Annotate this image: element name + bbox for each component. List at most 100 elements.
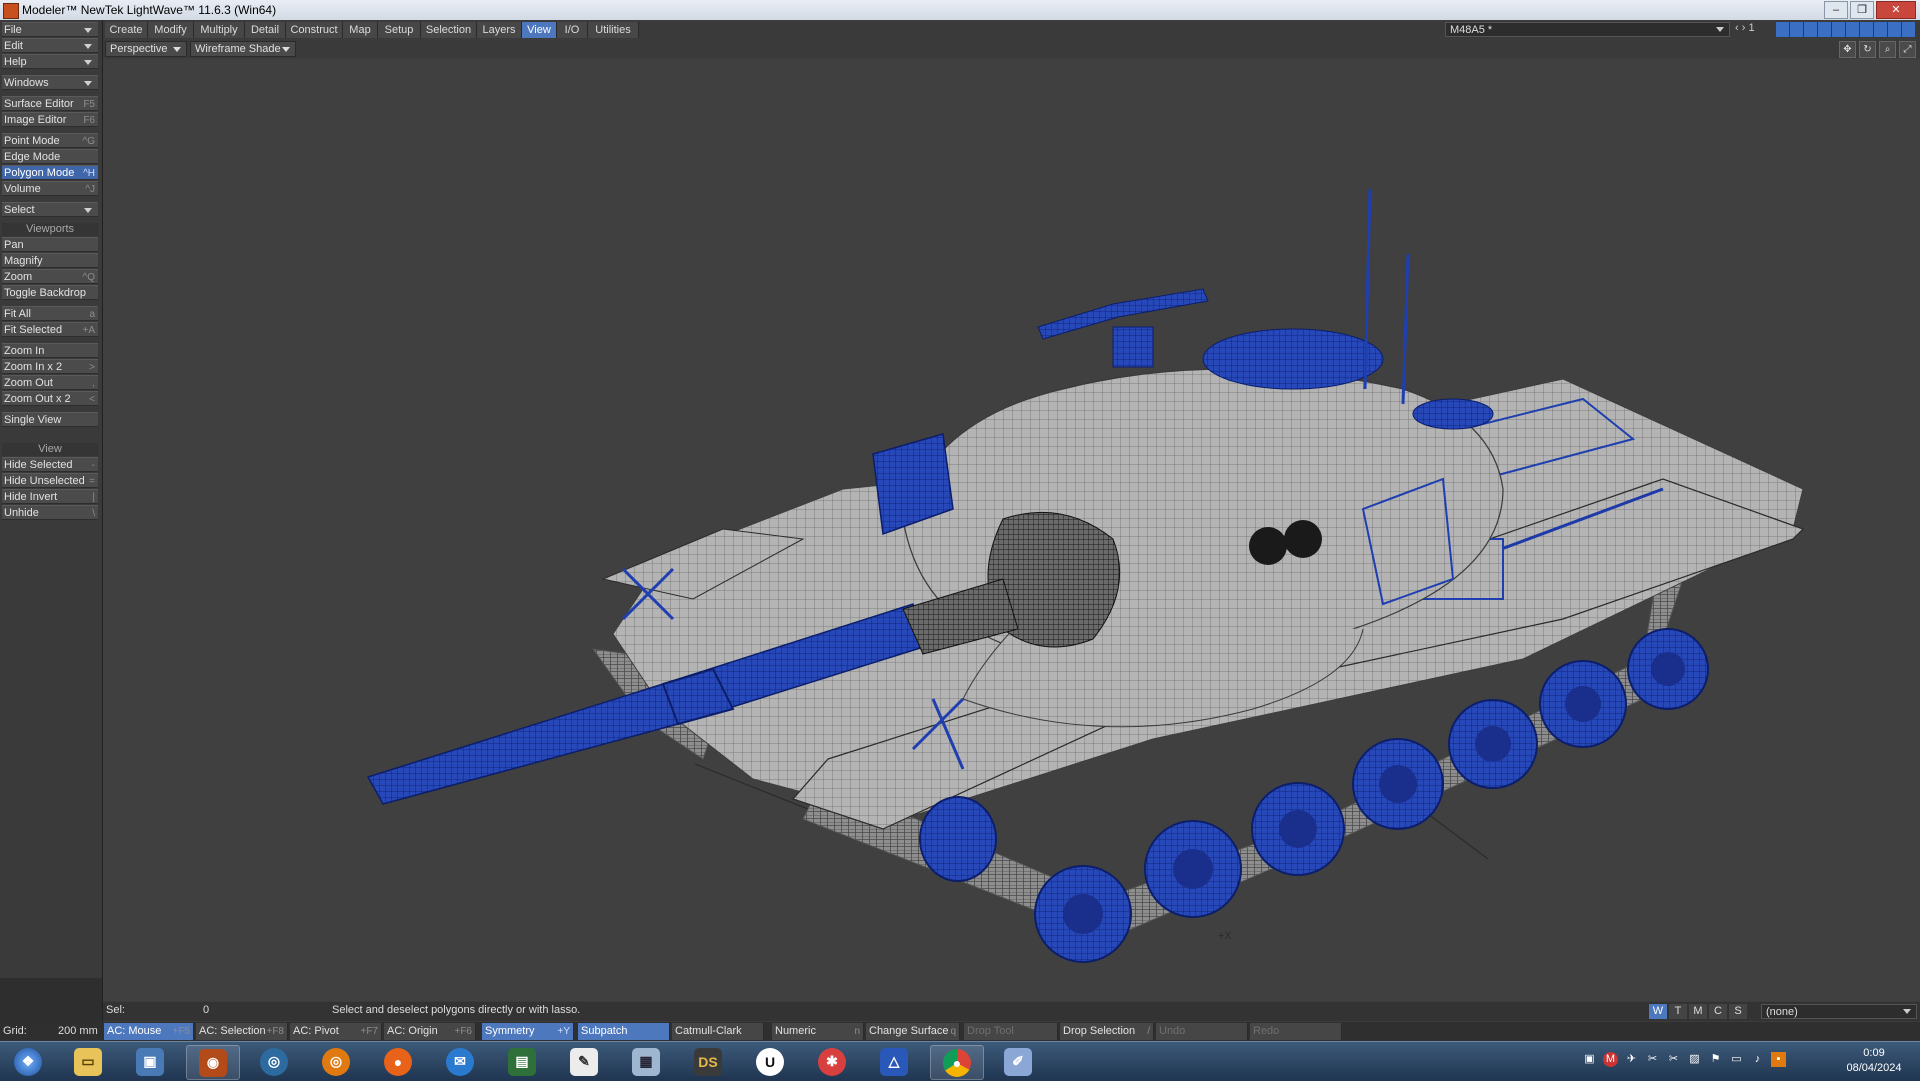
magnify-button[interactable]: Magnify [2, 253, 98, 268]
maximize-view-icon[interactable]: ⤢ [1899, 41, 1916, 58]
zoom-view-icon[interactable]: ⌕ [1879, 41, 1896, 58]
m-toggle[interactable]: M [1689, 1004, 1707, 1019]
tray-app-icon[interactable]: ✂ [1645, 1052, 1660, 1067]
zoom-in-button[interactable]: Zoom In [2, 343, 98, 358]
file-menu[interactable]: File [2, 22, 98, 37]
tab-modify[interactable]: Modify [148, 22, 194, 38]
taskbar-clock[interactable]: 0:09 08/04/2024 [1838, 1046, 1910, 1076]
tray-app-icon[interactable]: ▨ [1687, 1052, 1702, 1067]
paint-icon[interactable]: ✐ [992, 1045, 1044, 1078]
start-orb-icon[interactable]: ❖ [2, 1045, 54, 1078]
affinity-icon[interactable]: △ [868, 1045, 920, 1078]
unreal-icon[interactable]: U [744, 1045, 796, 1078]
ac-origin-button[interactable]: AC: Origin +F6 [384, 1023, 476, 1040]
tray-app-icon[interactable]: ✂ [1666, 1052, 1681, 1067]
tab-utilities[interactable]: Utilities [588, 22, 639, 38]
blender-icon[interactable]: ◎ [248, 1045, 300, 1078]
undo-button[interactable]: Undo [1156, 1023, 1248, 1040]
tab-create[interactable]: Create [105, 22, 148, 38]
ac-mouse-button[interactable]: AC: Mouse +F5 [104, 1023, 194, 1040]
antivirus-icon[interactable]: M [1603, 1052, 1618, 1067]
tab-construct[interactable]: Construct [286, 22, 343, 38]
restore-icon[interactable]: ❐ [1850, 1, 1874, 19]
tray-app-icon[interactable]: ▣ [1582, 1052, 1597, 1067]
single-view-button[interactable]: Single View [2, 412, 98, 427]
file-explorer-icon[interactable]: ▭ [62, 1045, 114, 1078]
t-toggle[interactable]: T [1669, 1004, 1687, 1019]
polygon-mode-button[interactable]: Polygon Mode ^H [2, 165, 98, 180]
ac-selection-button[interactable]: AC: Selection +F8 [196, 1023, 288, 1040]
thunderbird-icon[interactable]: ✉ [434, 1045, 486, 1078]
surface-editor-button[interactable]: Surface Editor F5 [2, 96, 98, 111]
subpatch-button[interactable]: Subpatch [578, 1023, 670, 1040]
close-icon[interactable]: ✕ [1876, 1, 1916, 19]
zoom-in-x2-button[interactable]: Zoom In x 2 > [2, 359, 98, 374]
catmull-clark-dropdown[interactable]: Catmull-Clark [672, 1023, 764, 1040]
layer-object-dropdown[interactable]: M48A5 * [1445, 22, 1730, 37]
change-surface-button[interactable]: Change Surface q [866, 1023, 960, 1040]
action-center-flag-icon[interactable]: ⚑ [1708, 1052, 1723, 1067]
fit-selected-button[interactable]: Fit Selected +A [2, 322, 98, 337]
numeric-button[interactable]: Numeric n [772, 1023, 864, 1040]
daz-studio-icon[interactable]: DS [682, 1045, 734, 1078]
rotate-view-icon[interactable]: ↻ [1859, 41, 1876, 58]
photo-viewer-icon[interactable]: ▣ [124, 1045, 176, 1078]
ac-pivot-button[interactable]: AC: Pivot +F7 [290, 1023, 382, 1040]
tab-multiply[interactable]: Multiply [194, 22, 245, 38]
point-mode-button[interactable]: Point Mode ^G [2, 133, 98, 148]
s-toggle[interactable]: S [1729, 1004, 1747, 1019]
edge-mode-button[interactable]: Edge Mode [2, 149, 98, 164]
pan-button[interactable]: Pan [2, 237, 98, 252]
tab-layers[interactable]: Layers [477, 22, 522, 38]
zoom-out-x2-button[interactable]: Zoom Out x 2 < [2, 391, 98, 406]
tab-selection[interactable]: Selection [421, 22, 477, 38]
projection-dropdown[interactable]: Perspective [105, 41, 187, 57]
zoom-button[interactable]: Zoom ^Q [2, 269, 98, 284]
select-dropdown[interactable]: Select [2, 202, 98, 217]
hide-unselected-button[interactable]: Hide Unselected = [2, 473, 98, 488]
tab-map[interactable]: Map [343, 22, 378, 38]
image-editor-button[interactable]: Image Editor F6 [2, 112, 98, 127]
move-view-icon[interactable]: ✥ [1839, 41, 1856, 58]
tab-setup[interactable]: Setup [378, 22, 421, 38]
notepad-icon[interactable]: ✎ [558, 1045, 610, 1078]
shading-dropdown[interactable]: Wireframe Shade [190, 41, 296, 57]
blender-icon[interactable]: ◎ [310, 1045, 362, 1078]
calculator-icon[interactable]: ▦ [620, 1045, 672, 1078]
hide-invert-button[interactable]: Hide Invert | [2, 489, 98, 504]
redo-button[interactable]: Redo [1250, 1023, 1342, 1040]
drop-tool-button[interactable]: Drop Tool [964, 1023, 1058, 1040]
tab-view[interactable]: View [522, 22, 557, 38]
volume-button[interactable]: Volume ^J [2, 181, 98, 196]
symmetry-button[interactable]: Symmetry +Y [482, 1023, 574, 1040]
network-icon[interactable]: ▭ [1729, 1052, 1744, 1067]
prev-layer-icon[interactable]: ‹ [1735, 22, 1739, 34]
app-icon[interactable]: ✱ [806, 1045, 858, 1078]
drop-selection-button[interactable]: Drop Selection / [1060, 1023, 1154, 1040]
next-layer-icon[interactable]: › [1742, 22, 1746, 34]
tab-io[interactable]: I/O [557, 22, 588, 38]
minimize-icon[interactable]: – [1824, 1, 1848, 19]
w-toggle[interactable]: W [1649, 1004, 1667, 1019]
zoom-out-button[interactable]: Zoom Out, [2, 375, 98, 390]
chrome-icon[interactable]: ● [930, 1045, 984, 1080]
tray-app-icon[interactable]: ▪ [1771, 1052, 1786, 1067]
tab-detail[interactable]: Detail [245, 22, 286, 38]
hide-selected-button[interactable]: Hide Selected - [2, 457, 98, 472]
c-toggle[interactable]: C [1709, 1004, 1727, 1019]
unhide-button[interactable]: Unhide \ [2, 505, 98, 520]
lightwave-icon[interactable]: ◉ [186, 1045, 240, 1080]
windows-menu[interactable]: Windows [2, 75, 98, 90]
fit-all-button[interactable]: Fit All a [2, 306, 98, 321]
firefox-icon[interactable]: ● [372, 1045, 424, 1078]
toggle-backdrop-button[interactable]: Toggle Backdrop [2, 285, 98, 300]
edit-menu[interactable]: Edit [2, 38, 98, 53]
volume-icon[interactable]: ♪ [1750, 1052, 1765, 1067]
tray-app-icon[interactable]: ✈ [1624, 1052, 1639, 1067]
terminal-icon[interactable]: ▤ [496, 1045, 548, 1078]
shortcut-label: +F6 [454, 1026, 472, 1037]
surface-dropdown[interactable]: (none) [1761, 1004, 1917, 1019]
layer-buttons[interactable] [1776, 22, 1916, 37]
perspective-viewport[interactable]: +X [103, 59, 1920, 1001]
help-menu[interactable]: Help [2, 54, 98, 69]
